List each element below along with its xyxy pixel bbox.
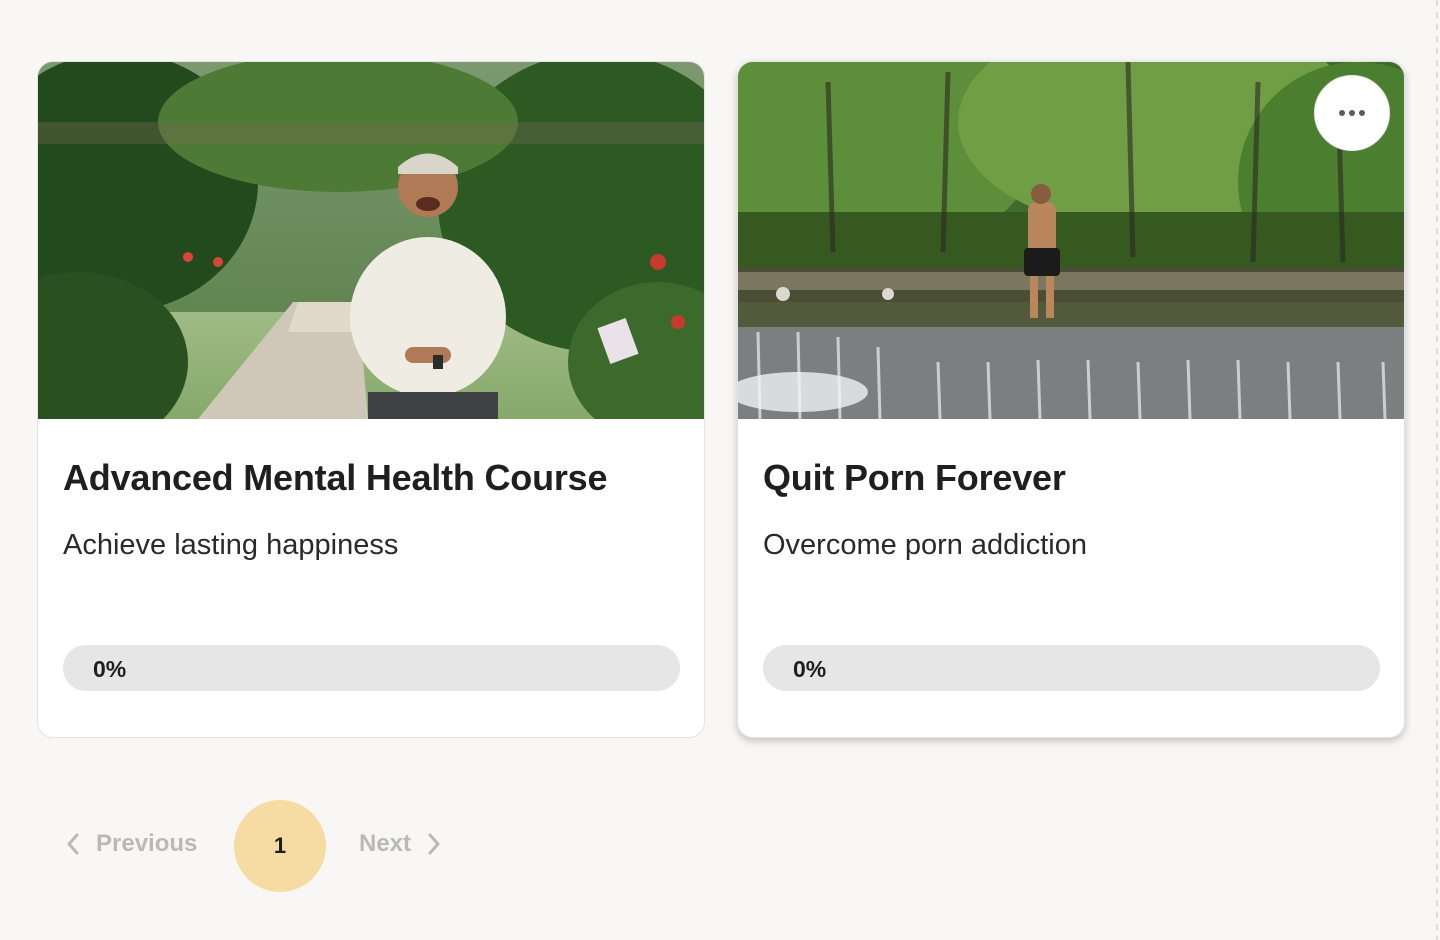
- pagination: Previous 1 Next: [0, 800, 520, 892]
- course-thumbnail-image: [38, 62, 704, 419]
- chevron-right-icon: [428, 833, 440, 855]
- more-horizontal-icon-dot: [1359, 110, 1365, 116]
- course-list-page: Advanced Mental Health Course Achieve la…: [0, 0, 1440, 940]
- next-label: Next: [359, 830, 412, 857]
- course-card[interactable]: Quit Porn Forever Overcome porn addictio…: [737, 61, 1405, 738]
- course-description: Overcome porn addiction: [763, 529, 1087, 561]
- more-options-button[interactable]: [1314, 75, 1390, 151]
- course-progress-bar: 0%: [763, 645, 1380, 691]
- right-edge-divider: [1436, 0, 1438, 940]
- previous-label: Previous: [96, 830, 198, 857]
- previous-page-button[interactable]: Previous: [64, 830, 197, 858]
- chevron-left-icon: [67, 833, 79, 855]
- progress-label: 0%: [793, 656, 827, 682]
- next-page-button[interactable]: Next: [359, 830, 443, 858]
- course-thumbnail-image: [738, 62, 1404, 419]
- more-horizontal-icon: [1339, 110, 1345, 116]
- course-card[interactable]: Advanced Mental Health Course Achieve la…: [37, 61, 705, 738]
- course-title: Advanced Mental Health Course: [63, 457, 608, 498]
- course-progress-bar: 0%: [63, 645, 680, 691]
- course-description: Achieve lasting happiness: [63, 529, 399, 561]
- progress-label: 0%: [93, 656, 127, 682]
- more-horizontal-icon-dot: [1349, 110, 1355, 116]
- course-title: Quit Porn Forever: [763, 457, 1066, 498]
- page-number-button[interactable]: 1: [234, 800, 326, 892]
